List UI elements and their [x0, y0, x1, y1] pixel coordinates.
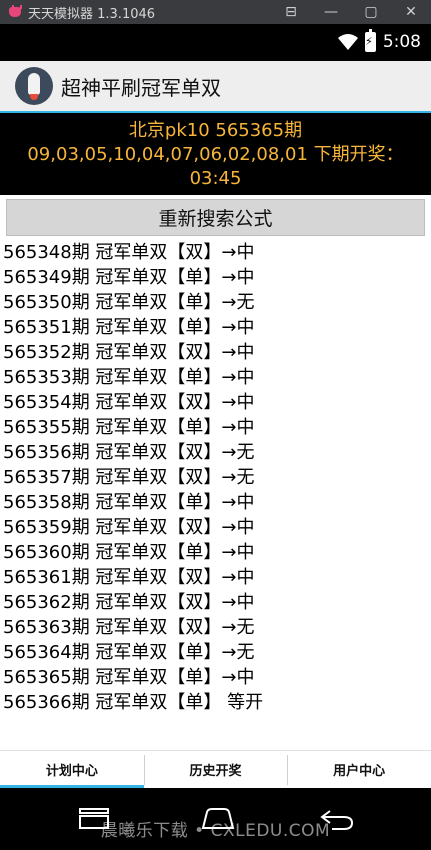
emulator-logo-icon — [8, 5, 22, 19]
emulator-minimize-button[interactable]: — — [311, 0, 351, 24]
countdown-timer: 03:45 — [189, 168, 242, 189]
list-item: 565350期 冠军单双【单】→无 — [3, 292, 255, 313]
list-item: 565361期 冠军单双【双】→中 — [3, 567, 255, 588]
list-item: 565356期 冠军单双【双】→无 — [3, 442, 255, 463]
wifi-icon — [338, 34, 358, 50]
list-item: 565353期 冠军单双【单】→中 — [3, 367, 255, 388]
tab-history-draws[interactable]: 历史开奖 — [143, 751, 288, 788]
app-title: 超神平刷冠军单双 — [61, 75, 221, 100]
emulator-close-button[interactable]: ✕ — [391, 0, 431, 24]
rocket-app-icon — [15, 67, 53, 105]
list-item: 565362期 冠军单双【双】→中 — [3, 592, 255, 613]
android-nav-bar: 晨曦乐下载 • CXLEDU.COM — [0, 788, 431, 850]
list-item: 565357期 冠军单双【双】→无 — [3, 467, 255, 488]
tab-plan-center[interactable]: 计划中心 — [0, 751, 144, 788]
app-header: 超神平刷冠军单双 — [0, 61, 431, 113]
list-item: 565355期 冠军单双【单】→中 — [3, 417, 255, 438]
android-status-bar: 5:08 — [0, 24, 431, 61]
emulator-window-controls: ⊟ — ▢ ✕ — [271, 0, 431, 24]
battery-charging-icon — [365, 29, 376, 52]
list-item: 565348期 冠军单双【双】→中 — [3, 242, 255, 263]
research-formula-button[interactable]: 重新搜索公式 — [6, 199, 425, 236]
list-item: 565364期 冠军单双【单】→无 — [3, 642, 255, 663]
draw-info-banner: 北京pk10 565365期 09,03,05,10,04,07,06,02,0… — [0, 115, 431, 195]
list-item: 565360期 冠军单双【单】→中 — [3, 542, 255, 563]
emulator-maximize-button[interactable]: ▢ — [351, 0, 391, 24]
tab-user-center[interactable]: 用户中心 — [287, 751, 431, 788]
record-list: 565348期 冠军单双【双】→中 565349期 冠军单双【单】→中 5653… — [3, 240, 428, 715]
plan-content: 重新搜索公式 565348期 冠军单双【双】→中 565349期 冠军单双【单】… — [0, 195, 431, 750]
list-item: 565349期 冠军单双【单】→中 — [3, 267, 255, 288]
list-item: 565351期 冠军单双【单】→中 — [3, 317, 255, 338]
watermark-text: 晨曦乐下载 • CXLEDU.COM — [100, 821, 331, 841]
draw-period: 北京pk10 565365期 — [128, 120, 303, 141]
list-item: 565363期 冠军单双【双】→无 — [3, 617, 255, 638]
list-item: 565365期 冠军单双【单】→中 — [3, 667, 255, 688]
list-item: 565352期 冠军单双【双】→中 — [3, 342, 255, 363]
list-item: 565354期 冠军单双【双】→中 — [3, 392, 255, 413]
status-time: 5:08 — [382, 32, 421, 52]
emulator-title-bar: 天天模拟器 1.3.1046 ⊟ — ▢ ✕ — [0, 0, 431, 24]
list-item: 565358期 冠军单双【单】→中 — [3, 492, 255, 513]
emulator-settings-button[interactable]: ⊟ — [271, 0, 311, 24]
draw-numbers-and-next: 09,03,05,10,04,07,06,02,08,01 下期开奖： — [27, 144, 404, 165]
list-item: 565359期 冠军单双【双】→中 — [3, 517, 255, 538]
emulator-title: 天天模拟器 1.3.1046 — [28, 6, 156, 22]
list-item: 565366期 冠军单双【单】 等开 — [3, 692, 264, 713]
bottom-tab-bar: 计划中心 历史开奖 用户中心 — [0, 750, 431, 788]
